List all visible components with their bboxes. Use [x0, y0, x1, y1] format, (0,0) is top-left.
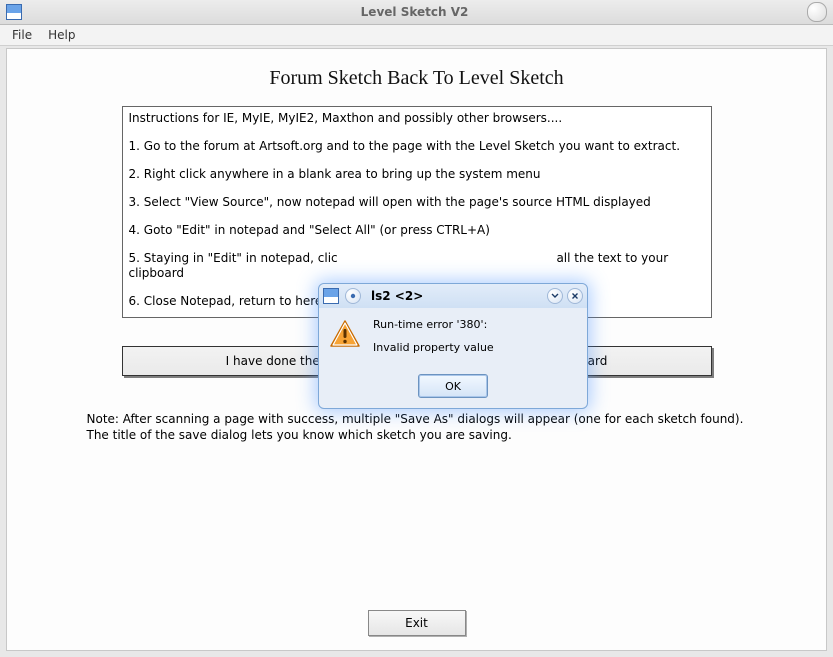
- dialog-titlebar[interactable]: ls2 <2>: [319, 284, 587, 308]
- dialog-minimize-button[interactable]: [547, 288, 563, 304]
- menu-file[interactable]: File: [4, 26, 40, 44]
- instructions-step-3: 3. Select "View Source", now notepad wil…: [129, 195, 705, 210]
- dialog-line-2: Invalid property value: [373, 341, 494, 354]
- dialog-ok-button[interactable]: OK: [418, 374, 488, 398]
- menubar: File Help: [0, 25, 833, 46]
- instructions-step-2: 2. Right click anywhere in a blank area …: [129, 167, 705, 182]
- page-title: Forum Sketch Back To Level Sketch: [7, 67, 826, 90]
- error-dialog: ls2 <2> Run-time error '380': Invalid: [318, 283, 588, 409]
- instructions-intro: Instructions for IE, MyIE, MyIE2, Maxtho…: [129, 111, 705, 126]
- app-icon: [6, 4, 22, 20]
- instructions-step-1: 1. Go to the forum at Artsoft.org and to…: [129, 139, 705, 154]
- warning-icon: [329, 318, 361, 350]
- window-title: Level Sketch V2: [22, 5, 807, 19]
- exit-button[interactable]: Exit: [368, 610, 466, 636]
- dialog-title: ls2 <2>: [371, 289, 423, 303]
- window-close-button[interactable]: [807, 2, 827, 22]
- dialog-app-icon: [323, 288, 339, 304]
- instructions-step-4: 4. Goto "Edit" in notepad and "Select Al…: [129, 223, 705, 238]
- dialog-dropdown-button[interactable]: [345, 288, 361, 304]
- menu-help[interactable]: Help: [40, 26, 83, 44]
- app-window: Level Sketch V2 File Help Forum Sketch B…: [0, 0, 833, 657]
- note-text: Note: After scanning a page with success…: [87, 412, 747, 443]
- window-titlebar[interactable]: Level Sketch V2: [0, 0, 833, 25]
- dialog-line-1: Run-time error '380':: [373, 318, 494, 331]
- dialog-close-button[interactable]: [567, 288, 583, 304]
- instructions-step-5: 5. Staying in "Edit" in notepad, click "…: [129, 251, 705, 281]
- dialog-message: Run-time error '380': Invalid property v…: [373, 318, 494, 364]
